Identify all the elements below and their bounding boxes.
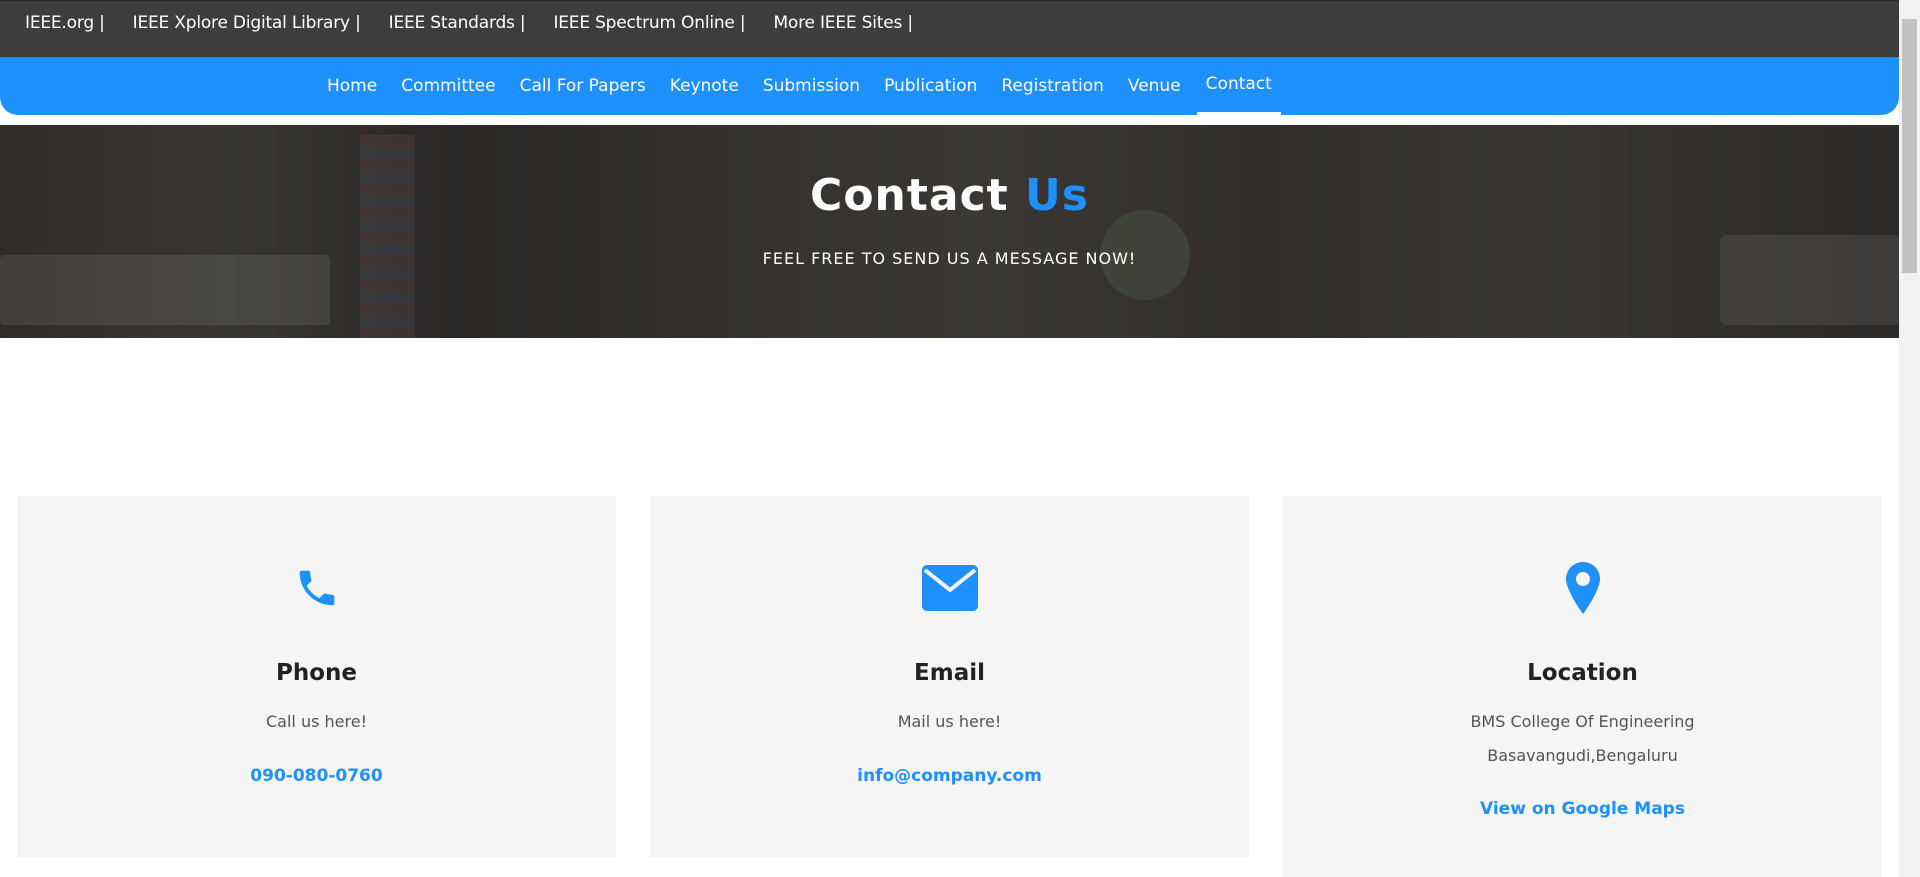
google-maps-link[interactable]: View on Google Maps [1283, 799, 1882, 819]
email-card: Email Mail us here! info@company.com [650, 496, 1249, 857]
nav-contact[interactable]: Contact [1196, 57, 1281, 115]
ieee-top-bar: IEEE.org | IEEE Xplore Digital Library |… [0, 0, 1899, 57]
hero-background-books [360, 135, 415, 338]
nav-publication[interactable]: Publication [872, 57, 989, 115]
envelope-icon [650, 562, 1249, 614]
page-scrollbar[interactable] [1899, 0, 1920, 877]
ieee-org-link[interactable]: IEEE.org | [25, 13, 105, 33]
email-card-text: Mail us here! [897, 712, 1002, 731]
nav-keynote[interactable]: Keynote [658, 57, 751, 115]
ieee-standards-link[interactable]: IEEE Standards | [389, 13, 526, 33]
page-title-accent: Us [1025, 170, 1089, 221]
nav-venue[interactable]: Venue [1116, 57, 1193, 115]
hero-banner [0, 125, 1899, 338]
page-title-main: Contact [810, 170, 1009, 221]
location-card: Location BMS College Of Engineering Basa… [1283, 496, 1882, 877]
more-ieee-sites-link[interactable]: More IEEE Sites | [773, 13, 913, 33]
phone-number-link[interactable]: 090-080-0760 [17, 766, 616, 786]
ieee-links: IEEE.org | IEEE Xplore Digital Library |… [25, 13, 913, 33]
map-pin-icon [1283, 562, 1882, 614]
email-address-link[interactable]: info@company.com [650, 766, 1249, 786]
nav-registration[interactable]: Registration [989, 57, 1116, 115]
location-address-line1: BMS College Of Engineering [1470, 712, 1695, 731]
location-address-line2: Basavangudi,Bengaluru [1487, 746, 1678, 765]
nav-home[interactable]: Home [315, 57, 389, 115]
nav-submission[interactable]: Submission [751, 57, 872, 115]
email-card-title: Email [914, 660, 985, 686]
main-nav: Home Committee Call For Papers Keynote S… [0, 57, 1899, 115]
ieee-spectrum-link[interactable]: IEEE Spectrum Online | [553, 13, 745, 33]
phone-card-text: Call us here! [266, 712, 367, 731]
nav-committee[interactable]: Committee [389, 57, 507, 115]
page-subtitle: FEEL FREE TO SEND US A MESSAGE NOW! [762, 249, 1137, 268]
page-title: Contact Us [0, 170, 1899, 221]
page: IEEE.org | IEEE Xplore Digital Library |… [0, 0, 1920, 877]
nav-items: Home Committee Call For Papers Keynote S… [315, 57, 1281, 115]
ieee-xplore-link[interactable]: IEEE Xplore Digital Library | [133, 13, 361, 33]
scrollbar-thumb[interactable] [1902, 19, 1917, 273]
phone-card: Phone Call us here! 090-080-0760 [17, 496, 616, 857]
phone-card-title: Phone [275, 660, 357, 686]
phone-icon [17, 562, 616, 614]
location-card-title: Location [1527, 660, 1638, 686]
nav-call-for-papers[interactable]: Call For Papers [508, 57, 658, 115]
